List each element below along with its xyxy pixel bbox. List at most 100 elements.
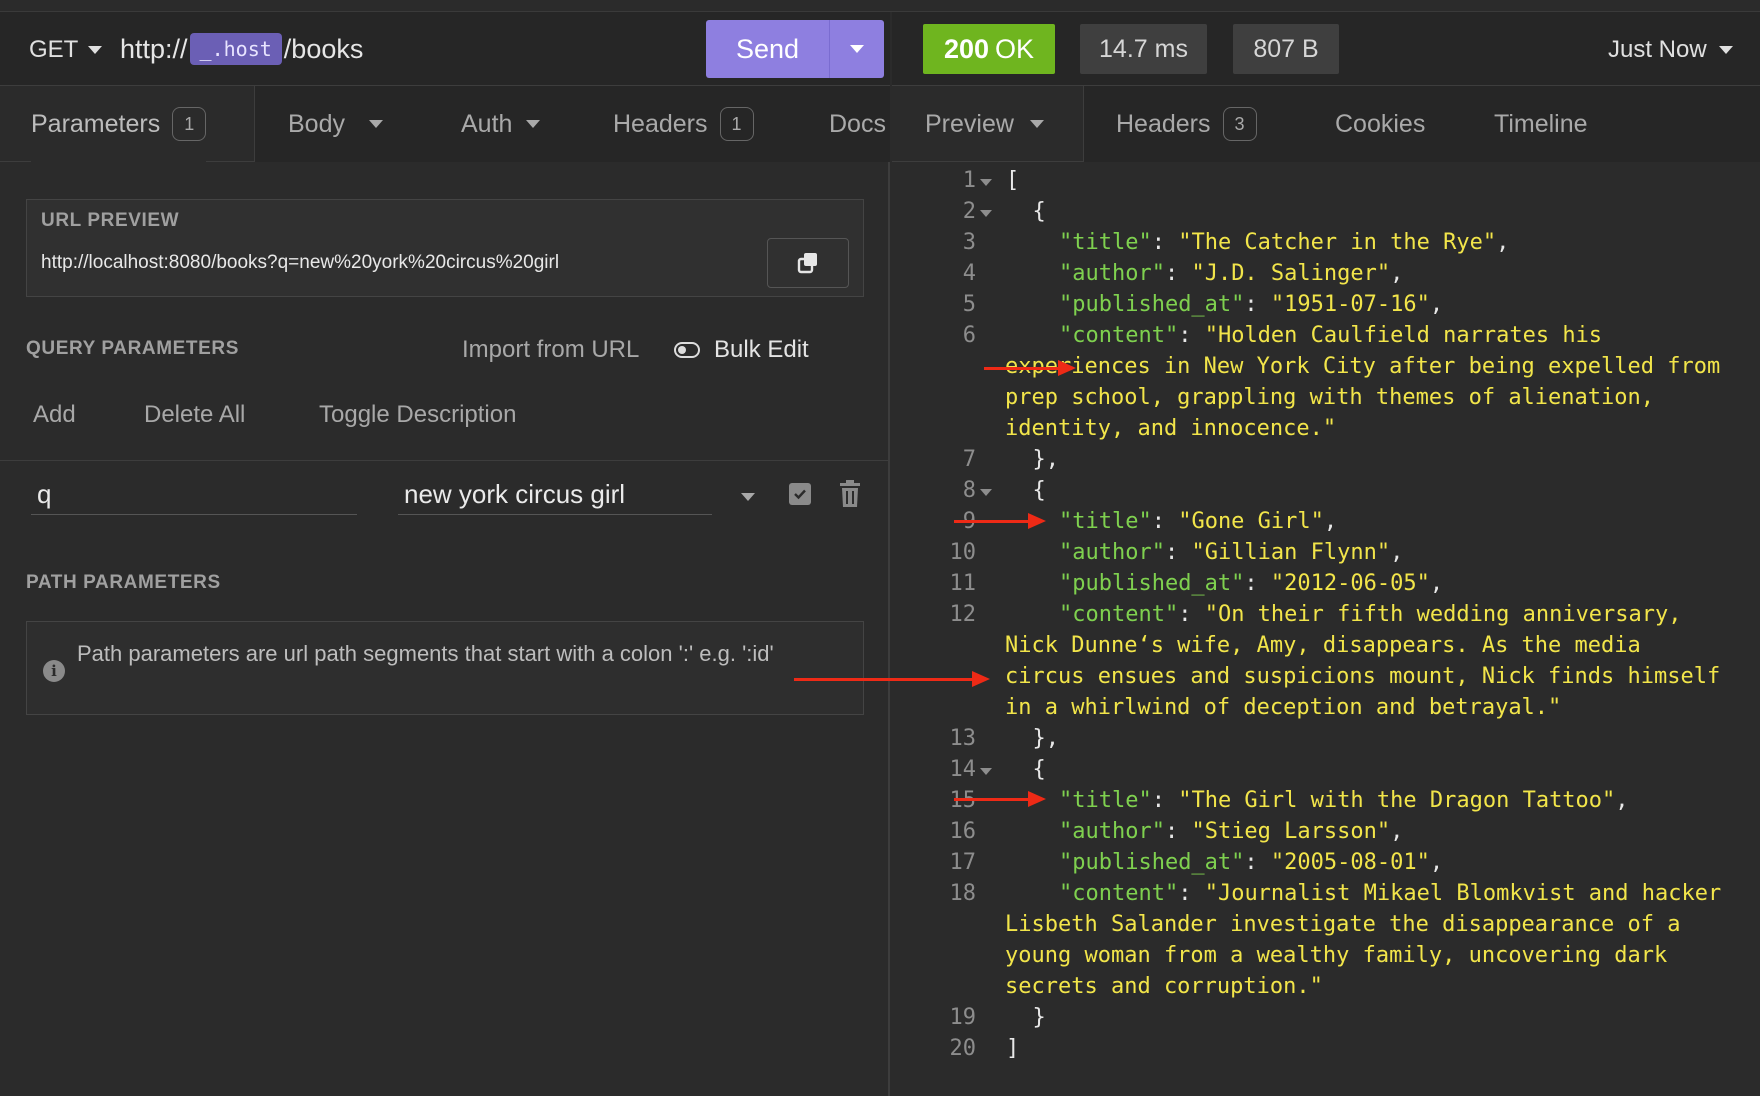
method-select[interactable]: GET — [29, 36, 103, 64]
tab-label: Headers — [613, 109, 708, 138]
response-history-dropdown[interactable]: Just Now — [1608, 36, 1733, 64]
chevron-down-icon — [1718, 46, 1733, 54]
code-text: } — [1006, 1005, 1046, 1030]
send-options-dropdown[interactable] — [830, 20, 884, 78]
send-button[interactable]: Send — [706, 20, 830, 78]
tab-body[interactable]: Body — [288, 86, 383, 162]
import-from-url-button[interactable]: Import from URL — [462, 336, 639, 364]
code-line-wrap: circus ensues and suspicions mount, Nick… — [892, 664, 1760, 695]
tab-label: Preview — [925, 109, 1014, 138]
code-text: "title": "The Catcher in the Rye", — [1058, 230, 1510, 255]
chevron-down-icon — [88, 46, 103, 54]
response-pane: 200 OK 14.7 ms 807 B Just Now Preview He… — [794, 12, 1760, 1096]
json-string-value: "On their fifth wedding anniversary, — [1204, 602, 1682, 627]
line-number: 14 — [949, 757, 977, 782]
url-input[interactable]: http:// _.host /books — [120, 33, 363, 65]
request-tabs: Parameters 1 Body Auth Headers 1 Docs — [0, 86, 890, 162]
code-text: }, — [1006, 447, 1059, 472]
line-number: 19 — [949, 1005, 977, 1030]
response-time-badge: 14.7 ms — [1080, 24, 1207, 74]
json-key: "published_at" — [1058, 850, 1245, 875]
param-name-input[interactable]: q — [31, 467, 357, 515]
fold-toggle-icon[interactable] — [980, 179, 992, 186]
code-line-wrap: identity, and innocence." — [892, 416, 1760, 447]
tab-preview[interactable]: Preview — [925, 86, 1044, 162]
tab-auth[interactable]: Auth — [461, 86, 541, 162]
code-line: 12 "content": "On their fifth wedding an… — [892, 602, 1760, 633]
json-string-value: "Journalist Mikael Blomkvist and hacker — [1204, 881, 1722, 906]
code-text: "author": "Gillian Flynn", — [1058, 540, 1404, 565]
json-string-value: identity, and innocence." — [1005, 416, 1337, 441]
annotation-arrow — [954, 791, 1046, 807]
status-text: OK — [995, 33, 1035, 64]
code-text: "content": "On their fifth wedding anniv… — [1058, 602, 1682, 627]
code-line-wrap: Nick Dunne‘s wife, Amy, disappears. As t… — [892, 633, 1760, 664]
code-line: 17 "published_at": "2005-08-01", — [892, 850, 1760, 881]
code-line: 11 "published_at": "2012-06-05", — [892, 571, 1760, 602]
json-string-value: prep school, grappling with themes of al… — [1005, 385, 1655, 410]
tab-parameters[interactable]: Parameters 1 — [31, 86, 207, 162]
code-line: 1[ — [892, 168, 1760, 199]
url-bar: GET http:// _.host /books Send — [0, 12, 890, 86]
code-line: 19 } — [892, 1005, 1760, 1036]
json-string-value: "2005-08-01" — [1270, 850, 1430, 875]
json-string-value: Lisbeth Salander investigate the disappe… — [1005, 912, 1681, 937]
code-line: 18 "content": "Journalist Mikael Blomkvi… — [892, 881, 1760, 912]
code-text: "published_at": "2005-08-01", — [1058, 850, 1444, 875]
json-key: "author" — [1058, 540, 1165, 565]
response-status-bar: 200 OK 14.7 ms 807 B Just Now — [892, 12, 1760, 86]
delete-param-button[interactable] — [838, 480, 862, 513]
json-string-value: young woman from a wealthy family, uncov… — [1005, 943, 1668, 968]
copy-button[interactable] — [767, 238, 849, 288]
tab-response-headers[interactable]: Headers 3 — [1116, 86, 1257, 162]
environment-variable-chip[interactable]: _.host — [189, 33, 282, 65]
line-number: 11 — [949, 571, 977, 596]
param-value-input[interactable]: new york circus girl — [398, 467, 712, 515]
annotation-arrow — [954, 513, 1046, 529]
chevron-down-icon[interactable] — [741, 493, 755, 501]
json-string-value: in a whirlwind of deception and betrayal… — [1005, 695, 1562, 720]
code-text: "title": "The Girl with the Dragon Tatto… — [1058, 788, 1629, 813]
json-string-value: "Gillian Flynn" — [1191, 540, 1391, 565]
code-text: "published_at": "2012-06-05", — [1058, 571, 1444, 596]
status-badge: 200 OK — [923, 24, 1055, 74]
tab-timeline[interactable]: Timeline — [1494, 86, 1588, 162]
history-label: Just Now — [1608, 36, 1707, 63]
fold-toggle-icon[interactable] — [980, 768, 992, 775]
fold-toggle-icon[interactable] — [980, 489, 992, 496]
window-top-strip — [0, 0, 1760, 12]
code-line: 3 "title": "The Catcher in the Rye", — [892, 230, 1760, 261]
code-line: 15 "title": "The Girl with the Dragon Ta… — [892, 788, 1760, 819]
delete-all-button[interactable]: Delete All — [144, 401, 245, 429]
toggle-description-button[interactable]: Toggle Description — [319, 401, 516, 429]
tab-docs[interactable]: Docs — [829, 86, 886, 162]
path-parameters-label: PATH PARAMETERS — [26, 572, 221, 593]
annotation-arrow — [984, 360, 1076, 376]
code-line: 2 { — [892, 199, 1760, 230]
send-button-group: Send — [706, 20, 884, 78]
code-line: 7 }, — [892, 447, 1760, 478]
add-param-button[interactable]: Add — [33, 401, 76, 429]
json-string-value: secrets and corruption." — [1005, 974, 1323, 999]
tab-headers[interactable]: Headers 1 — [613, 86, 754, 162]
tab-label: Cookies — [1335, 109, 1426, 138]
tab-label: Timeline — [1494, 109, 1588, 138]
divider — [0, 460, 890, 461]
tab-cookies[interactable]: Cookies — [1335, 86, 1425, 162]
json-string-value: experiences in New York City after being… — [1005, 354, 1721, 379]
bulk-edit-toggle[interactable]: Bulk Edit — [674, 336, 809, 364]
json-key: "title" — [1058, 230, 1152, 255]
code-text: "content": "Journalist Mikael Blomkvist … — [1058, 881, 1722, 906]
chevron-down-icon — [368, 120, 383, 128]
count-badge: 1 — [172, 107, 207, 141]
trash-icon — [840, 480, 860, 507]
code-text: [ — [1006, 168, 1020, 193]
fold-toggle-icon[interactable] — [980, 210, 992, 217]
line-number: 4 — [962, 261, 976, 286]
param-enabled-checkbox[interactable] — [789, 483, 811, 505]
line-number: 8 — [962, 478, 976, 503]
tab-label: Auth — [461, 109, 513, 138]
line-number: 6 — [962, 323, 976, 348]
line-number: 2 — [962, 199, 976, 224]
tab-label: Headers — [1116, 109, 1211, 138]
